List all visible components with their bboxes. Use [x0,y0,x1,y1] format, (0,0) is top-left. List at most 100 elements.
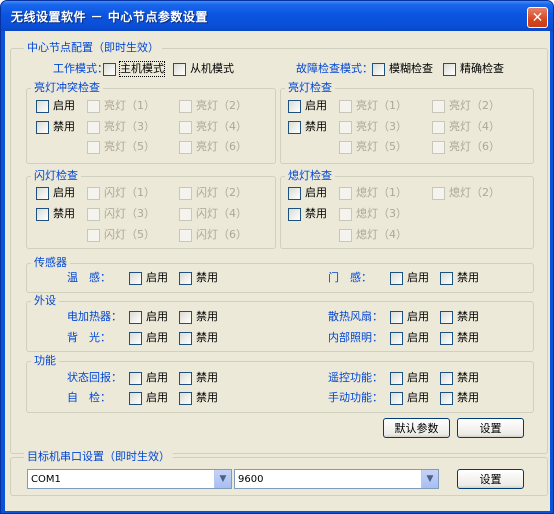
temp-sensor-label: 温 感： [67,271,111,284]
heater-enable[interactable]: 启用 [129,310,168,324]
fuzzy-check-checkbox[interactable]: 模糊检查 [372,62,433,76]
light-check-lamp-2[interactable]: 亮灯（2） [432,99,500,113]
backlight-enable[interactable]: 启用 [129,331,168,345]
fault-check-label: 故障检查模式： [296,62,373,75]
checkbox-box [87,207,100,221]
checkbox-box [440,371,453,385]
light-check-enable[interactable]: 启用 [288,99,327,113]
off-check-lamp-2[interactable]: 熄灯（2） [432,186,500,200]
checkbox-box [179,99,192,113]
baud-select-value: 9600 [238,474,264,485]
checkbox-box [390,331,403,345]
remote-label: 遥控功能： [328,371,383,384]
sensor-legend: 传感器 [31,256,70,269]
chevron-down-icon[interactable]: ▼ [421,470,438,488]
checkbox-box [390,391,403,405]
light-check-lamp-6[interactable]: 亮灯（6） [432,140,500,154]
checkbox-box [179,120,192,134]
serial-set-button[interactable]: 设置 [457,469,524,489]
flash-check-lamp-2[interactable]: 闪灯（2） [179,186,247,200]
manual-disable[interactable]: 禁用 [440,391,479,405]
status-report-enable[interactable]: 启用 [129,371,168,385]
off-check-lamp-3[interactable]: 熄灯（3） [339,207,407,221]
checkbox-box [179,186,192,200]
peripheral-legend: 外设 [31,294,59,307]
light-conflict-legend: 亮灯冲突检查 [31,81,103,94]
status-report-disable[interactable]: 禁用 [179,371,218,385]
light-check-disable[interactable]: 禁用 [288,120,327,134]
light-check-lamp-5[interactable]: 亮灯（5） [339,140,407,154]
flash-check-enable[interactable]: 启用 [36,186,75,200]
light-check-lamp-3[interactable]: 亮灯（3） [339,120,407,134]
door-sensor-disable[interactable]: 禁用 [440,271,479,285]
light-check-lamp-1[interactable]: 亮灯（1） [339,99,407,113]
off-check-lamp-1[interactable]: 熄灯（1） [339,186,407,200]
checkbox-box [339,228,352,242]
flash-check-lamp-4[interactable]: 闪灯（4） [179,207,247,221]
checkbox-box [129,271,142,285]
manual-enable[interactable]: 启用 [390,391,429,405]
checkbox-box [36,99,49,113]
checkbox-box [443,62,456,76]
title-bar[interactable]: 无线设置软件 － 中心节点参数设置 ✕ [1,1,553,31]
light-conflict-lamp-5[interactable]: 亮灯（5） [87,140,155,154]
status-report-label: 状态回报： [67,371,122,384]
port-select[interactable]: COM1 ▼ [27,469,232,489]
self-test-disable[interactable]: 禁用 [179,391,218,405]
door-sensor-enable[interactable]: 启用 [390,271,429,285]
light-conflict-enable[interactable]: 启用 [36,99,75,113]
work-mode-label: 工作模式： [53,62,108,75]
light-conflict-lamp-3[interactable]: 亮灯（3） [87,120,155,134]
slave-mode-checkbox[interactable]: 从机模式 [173,62,234,76]
light-conflict-lamp-2[interactable]: 亮灯（2） [179,99,247,113]
checkbox-box [440,391,453,405]
checkbox-box [179,228,192,242]
checkbox-box [179,371,192,385]
flash-check-lamp-3[interactable]: 闪灯（3） [87,207,155,221]
chevron-down-icon[interactable]: ▼ [214,470,231,488]
default-params-button[interactable]: 默认参数 [383,418,450,438]
internal-light-enable[interactable]: 启用 [390,331,429,345]
light-conflict-lamp-4[interactable]: 亮灯（4） [179,120,247,134]
checkbox-box [432,140,445,154]
close-icon: ✕ [531,9,544,26]
internal-light-label: 内部照明： [328,331,383,344]
heater-disable[interactable]: 禁用 [179,310,218,324]
remote-enable[interactable]: 启用 [390,371,429,385]
remote-disable[interactable]: 禁用 [440,371,479,385]
checkbox-box [179,331,192,345]
fan-disable[interactable]: 禁用 [440,310,479,324]
light-check-lamp-4[interactable]: 亮灯（4） [432,120,500,134]
fan-enable[interactable]: 启用 [390,310,429,324]
checkbox-box [440,271,453,285]
self-test-enable[interactable]: 启用 [129,391,168,405]
checkbox-box [87,186,100,200]
temp-sensor-disable[interactable]: 禁用 [179,271,218,285]
flash-check-disable[interactable]: 禁用 [36,207,75,221]
checkbox-box [179,207,192,221]
flash-check-lamp-1[interactable]: 闪灯（1） [87,186,155,200]
checkbox-box [390,310,403,324]
off-check-lamp-4[interactable]: 熄灯（4） [339,228,407,242]
checkbox-box [339,140,352,154]
close-button[interactable]: ✕ [527,7,548,28]
checkbox-box [87,140,100,154]
internal-light-disable[interactable]: 禁用 [440,331,479,345]
flash-check-lamp-6[interactable]: 闪灯（6） [179,228,247,242]
exact-check-checkbox[interactable]: 精确检查 [443,62,504,76]
light-conflict-disable[interactable]: 禁用 [36,120,75,134]
backlight-disable[interactable]: 禁用 [179,331,218,345]
checkbox-box [129,371,142,385]
set-button[interactable]: 设置 [457,418,524,438]
off-check-enable[interactable]: 启用 [288,186,327,200]
light-conflict-lamp-1[interactable]: 亮灯（1） [87,99,155,113]
off-check-disable[interactable]: 禁用 [288,207,327,221]
baud-select[interactable]: 9600 ▼ [234,469,439,489]
master-mode-checkbox[interactable]: 主机模式 [103,61,165,77]
flash-check-legend: 闪灯检查 [31,169,81,182]
temp-sensor-enable[interactable]: 启用 [129,271,168,285]
light-conflict-lamp-6[interactable]: 亮灯（6） [179,140,247,154]
settings-window: 无线设置软件 － 中心节点参数设置 ✕ 中心节点配置（即时生效） 工作模式： 主… [0,0,554,514]
checkbox-box [36,120,49,134]
flash-check-lamp-5[interactable]: 闪灯（5） [87,228,155,242]
